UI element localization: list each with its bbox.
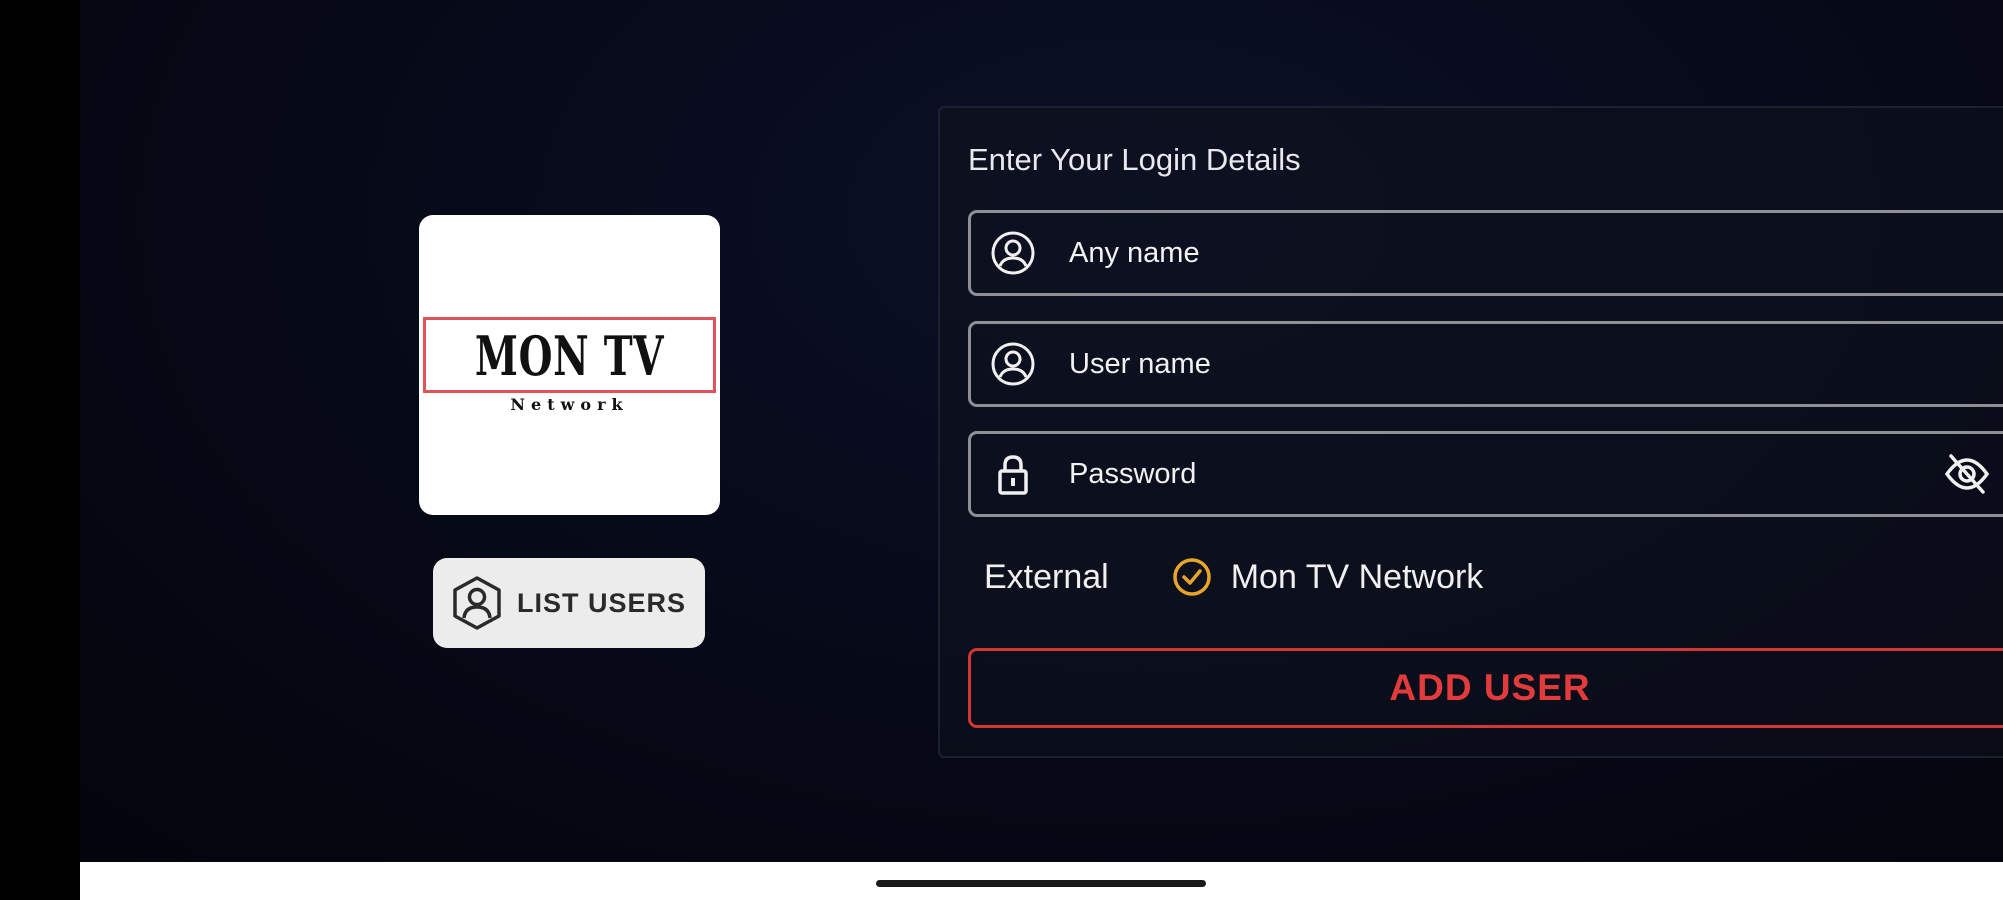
add-user-button[interactable]: ADD USER (968, 648, 2003, 728)
eye-off-icon[interactable] (1943, 452, 1991, 496)
logo-subtitle: Network (510, 394, 629, 414)
source-selector: External Mon TV Network (968, 542, 1502, 612)
list-users-label: LIST USERS (517, 587, 687, 618)
list-users-button[interactable]: LIST USERS (433, 558, 705, 648)
app-screen: MON TV Network LIST USERS Enter Your Log… (80, 0, 2003, 862)
user-circle-icon (991, 342, 1035, 386)
mon-tv-network-option[interactable]: Mon TV Network (1150, 546, 1502, 608)
add-user-label: ADD USER (1389, 667, 1591, 708)
user-name-input[interactable]: User name (1069, 348, 2003, 381)
login-title: Enter Your Login Details (968, 142, 1301, 177)
login-panel: Enter Your Login Details Any name User n… (938, 106, 2003, 758)
logo-title: MON TV (474, 323, 665, 388)
check-circle-icon (1172, 558, 1211, 596)
password-input[interactable]: Password (1069, 458, 1943, 491)
password-field[interactable]: Password (968, 431, 2003, 517)
app-logo: MON TV Network (419, 215, 720, 515)
mon-tv-network-label: Mon TV Network (1230, 557, 1484, 596)
user-hexagon-icon (453, 576, 501, 630)
any-name-field[interactable]: Any name (968, 210, 2003, 296)
logo-frame: MON TV (422, 316, 717, 393)
external-option[interactable]: External (968, 547, 1125, 607)
left-bezel (0, 0, 80, 900)
user-name-field[interactable]: User name (968, 321, 2003, 407)
user-circle-icon (991, 231, 1035, 275)
lock-icon (998, 455, 1028, 495)
any-name-input[interactable]: Any name (1069, 237, 2003, 270)
home-indicator[interactable] (876, 880, 1206, 887)
